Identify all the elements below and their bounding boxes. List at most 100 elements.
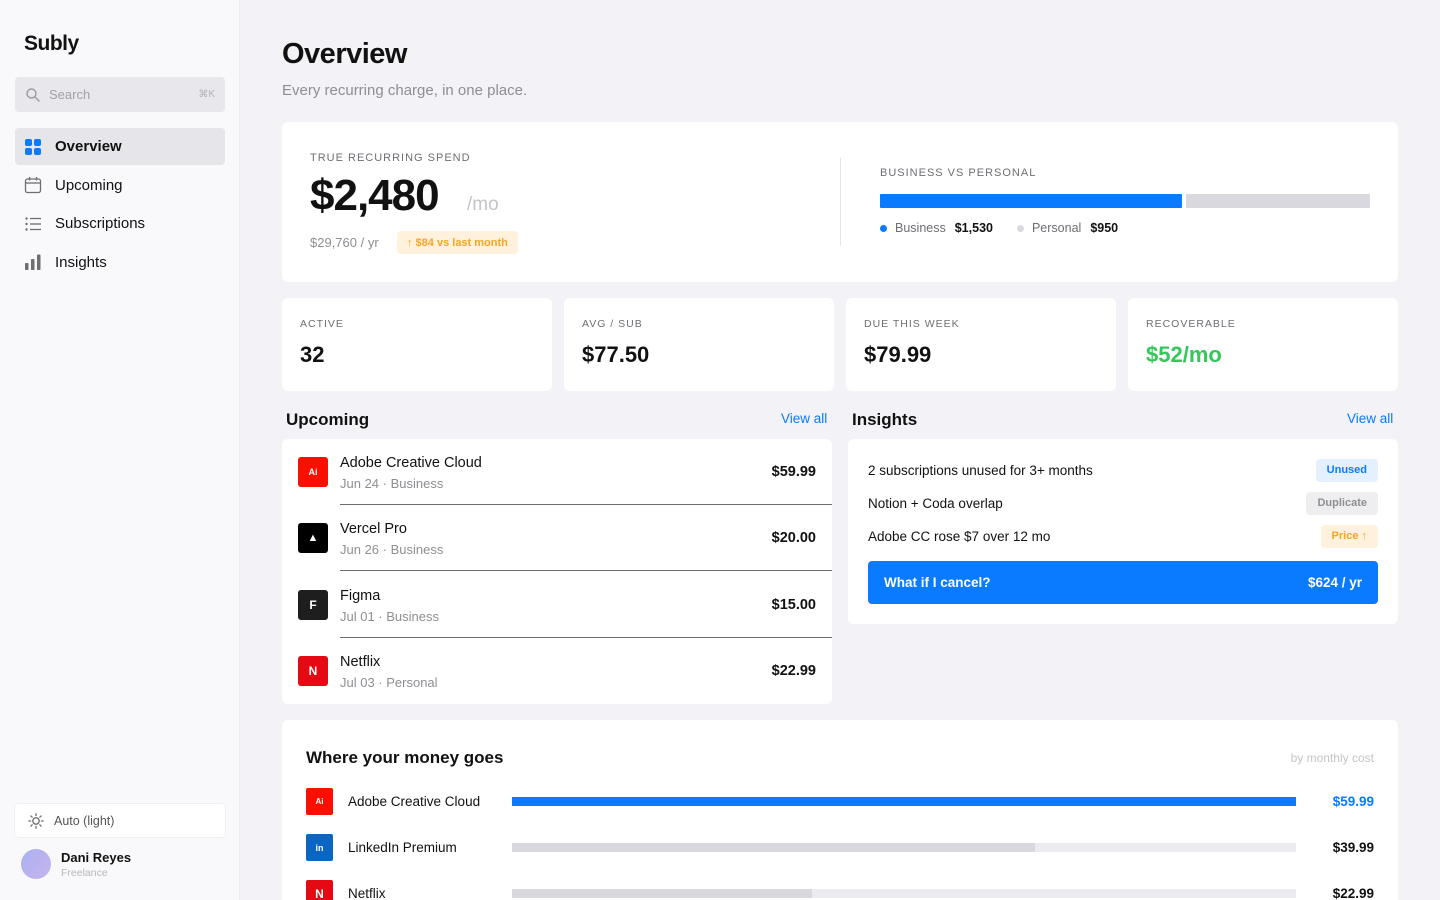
upcoming-view-all-link[interactable]: View all [781, 411, 827, 426]
list-item[interactable]: F Figma Jul 01 · Business $15.00 [282, 572, 832, 638]
business-segment [880, 194, 1183, 208]
business-label: Business [895, 221, 946, 235]
theme-toggle[interactable]: Auto (light) [15, 804, 225, 837]
item-amount: $20.00 [771, 530, 816, 546]
money-bar-fill [512, 797, 1296, 806]
user-profile[interactable]: Dani Reyes Freelance [21, 849, 131, 879]
theme-label: Auto (light) [54, 813, 115, 828]
money-row[interactable]: Ai Adobe Creative Cloud $59.99 [306, 788, 1374, 816]
money-breakdown-card: Where your money goes by monthly cost Ai… [282, 720, 1398, 900]
item-meta: Jul 03 · Personal [340, 675, 438, 690]
spend-amount: $2,480 [310, 171, 440, 220]
insight-tag: Unused [1315, 458, 1378, 482]
adobe-logo-icon: Ai [306, 788, 333, 815]
what-if-cancel-button[interactable]: What if I cancel? $624 / yr [868, 561, 1378, 604]
page-title: Overview [282, 38, 407, 70]
spend-yearly: $29,760 / yr [310, 235, 379, 250]
spend-period: /mo [467, 194, 499, 215]
sidebar-item-overview[interactable]: Overview [15, 128, 225, 165]
insight-row[interactable]: Adobe CC rose $7 over 12 mo Price ↑ [868, 524, 1378, 548]
stat-value: $52/mo [1146, 342, 1222, 367]
item-meta: Jul 01 · Business [340, 609, 439, 624]
item-name: Figma [340, 588, 381, 604]
money-bar-track [512, 843, 1296, 852]
split-label: BUSINESS VS PERSONAL [880, 167, 1037, 179]
insights-view-all-link[interactable]: View all [1347, 411, 1393, 426]
spend-delta-badge: ↑ $84 vs last month [397, 231, 518, 254]
avatar [21, 849, 51, 879]
list-item[interactable]: N Netflix Jul 03 · Personal $22.99 [282, 638, 832, 704]
user-role: Freelance [61, 866, 108, 879]
user-name: Dani Reyes [61, 849, 132, 865]
stat-label: ACTIVE [300, 318, 344, 330]
sidebar-item-label: Upcoming [55, 176, 123, 194]
insight-tag: Price ↑ [1320, 524, 1378, 548]
money-bar-track [512, 797, 1296, 806]
money-subtitle: by monthly cost [1290, 751, 1374, 765]
list-item[interactable]: ▲ Vercel Pro Jun 26 · Business $20.00 [282, 505, 832, 571]
item-amount: $22.99 [771, 663, 816, 679]
personal-segment [1186, 194, 1370, 208]
personal-value: $950 [1090, 221, 1119, 235]
stat-card-avg-sub: AVG / SUB $77.50 [564, 298, 834, 391]
item-meta: Jun 26 · Business [340, 542, 444, 557]
business-dot [880, 224, 887, 232]
stat-value: 32 [300, 342, 325, 367]
list-item[interactable]: Ai Adobe Creative Cloud Jun 24 · Busines… [282, 439, 832, 505]
item-name: Adobe Creative Cloud [340, 455, 482, 471]
sidebar-item-insights[interactable]: Insights [15, 244, 225, 281]
spend-label: TRUE RECURRING SPEND [310, 152, 471, 164]
stat-label: DUE THIS WEEK [864, 318, 960, 330]
business-personal-bar [880, 194, 1370, 208]
personal-label: Personal [1031, 221, 1082, 235]
money-bar-fill [512, 889, 813, 898]
money-item-amount: $39.99 [1332, 840, 1374, 855]
insight-text: Notion + Coda overlap [868, 495, 1003, 511]
figma-logo-icon: F [298, 590, 328, 620]
money-row[interactable]: in LinkedIn Premium $39.99 [306, 834, 1374, 862]
insight-text: 2 subscriptions unused for 3+ months [868, 462, 1093, 478]
item-amount: $15.00 [771, 597, 816, 613]
money-item-name: Adobe Creative Cloud [348, 794, 481, 809]
money-item-name: Netflix [348, 886, 386, 900]
app-logo: Subly [24, 32, 79, 55]
sidebar-item-subscriptions[interactable]: Subscriptions [15, 205, 225, 242]
upcoming-list: Ai Adobe Creative Cloud Jun 24 · Busines… [282, 439, 832, 704]
stat-value: $79.99 [864, 342, 932, 367]
sidebar-item-label: Insights [55, 253, 107, 271]
stat-card-active: ACTIVE 32 [282, 298, 552, 391]
insight-row[interactable]: Notion + Coda overlap Duplicate [868, 491, 1378, 515]
sidebar-item-upcoming[interactable]: Upcoming [15, 167, 225, 204]
stat-label: RECOVERABLE [1146, 318, 1236, 330]
item-name: Vercel Pro [340, 521, 407, 537]
divider [840, 158, 841, 246]
insight-row[interactable]: 2 subscriptions unused for 3+ months Unu… [868, 458, 1378, 482]
search-shortcut: ⌘K [198, 89, 215, 100]
insights-panel: 2 subscriptions unused for 3+ months Unu… [848, 439, 1398, 624]
stat-label: AVG / SUB [582, 318, 643, 330]
money-bar-fill [512, 843, 1035, 852]
insights-title: Insights [852, 410, 918, 429]
page-subtitle: Every recurring charge, in one place. [282, 82, 528, 99]
money-title: Where your money goes [306, 748, 504, 767]
search-input[interactable] [49, 87, 189, 102]
grid-icon [24, 138, 42, 156]
business-value: $1,530 [954, 221, 993, 235]
vercel-logo-icon: ▲ [298, 523, 328, 553]
list-icon [24, 215, 42, 233]
sidebar-nav: Overview Upcoming Subscriptions Insights [15, 128, 225, 282]
divider [340, 570, 832, 571]
adobe-logo-icon: Ai [298, 457, 328, 487]
stat-value: $77.50 [582, 342, 650, 367]
spend-summary-card: TRUE RECURRING SPEND $2,480 /mo $29,760 … [282, 122, 1398, 282]
money-row[interactable]: N Netflix $22.99 [306, 880, 1374, 900]
netflix-logo-icon: N [298, 656, 328, 686]
money-item-name: LinkedIn Premium [348, 840, 457, 855]
sidebar: Subly ⌘K Overview [0, 0, 240, 900]
cta-label: What if I cancel? [884, 575, 991, 590]
search-box[interactable]: ⌘K [15, 77, 225, 112]
linkedin-logo-icon: in [306, 834, 333, 861]
item-amount: $59.99 [771, 464, 816, 480]
money-item-amount: $22.99 [1332, 886, 1374, 900]
item-name: Netflix [340, 654, 381, 670]
